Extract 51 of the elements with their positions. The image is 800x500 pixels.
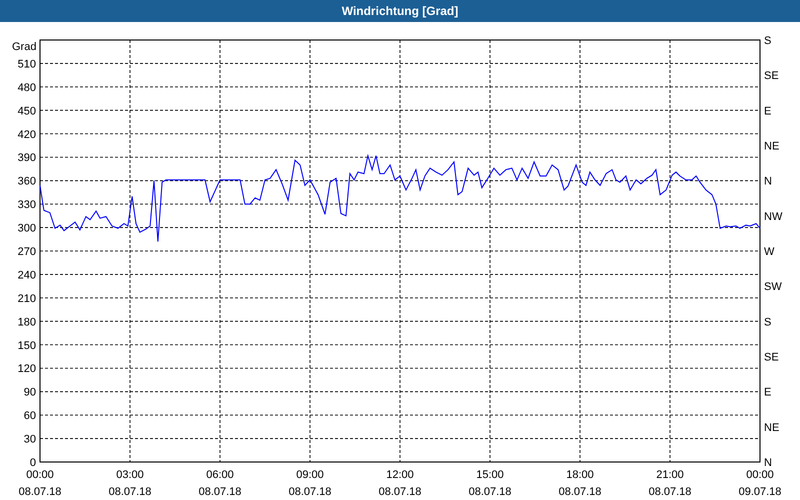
y-axis-label: 450 bbox=[18, 105, 36, 118]
y-axis-title: Grad bbox=[12, 41, 36, 53]
direction-label: E bbox=[764, 386, 772, 399]
x-axis-date: 08.07.18 bbox=[648, 486, 692, 498]
x-axis-date: 09.07.18 bbox=[738, 486, 782, 498]
direction-label: N bbox=[764, 176, 772, 188]
x-axis-date: 08.07.18 bbox=[288, 486, 332, 498]
direction-label: NW bbox=[764, 210, 782, 223]
y-axis-label: 0 bbox=[30, 457, 36, 469]
x-axis-label: 09:00 bbox=[296, 469, 324, 481]
x-axis-label: 21:00 bbox=[656, 469, 684, 481]
y-axis-label: 120 bbox=[18, 363, 36, 376]
direction-label: S bbox=[764, 316, 772, 328]
x-axis-label: 00:00 bbox=[746, 469, 774, 481]
direction-label: SW bbox=[764, 281, 782, 294]
x-axis-date: 08.07.18 bbox=[198, 486, 242, 498]
y-axis-label: 150 bbox=[18, 340, 36, 352]
y-axis-label: 30 bbox=[24, 434, 36, 446]
y-axis-label: 330 bbox=[18, 199, 36, 212]
direction-label: NE bbox=[764, 140, 780, 152]
x-axis-label: 18:00 bbox=[566, 469, 594, 481]
y-axis-label: 210 bbox=[18, 292, 36, 305]
x-axis-date: 08.07.18 bbox=[468, 486, 512, 498]
x-axis-label: 03:00 bbox=[116, 469, 144, 481]
y-axis-label: 510 bbox=[18, 58, 36, 70]
y-axis-label: 90 bbox=[24, 386, 36, 399]
y-axis-label: 360 bbox=[18, 176, 36, 188]
y-axis-label: 240 bbox=[18, 269, 36, 282]
y-axis-label: 270 bbox=[18, 246, 36, 258]
x-axis-label: 12:00 bbox=[386, 469, 414, 481]
y-axis-label: 300 bbox=[18, 222, 36, 235]
y-axis-label: 60 bbox=[24, 410, 36, 422]
direction-label: SE bbox=[764, 352, 779, 364]
direction-label: S bbox=[764, 35, 772, 47]
x-axis-label: 00:00 bbox=[26, 469, 54, 481]
direction-label: W bbox=[764, 246, 774, 258]
direction-label: N bbox=[764, 457, 772, 469]
x-axis-label: 06:00 bbox=[206, 469, 234, 481]
window-title: Windrichtung [Grad] bbox=[0, 0, 800, 22]
x-axis-date: 08.07.18 bbox=[378, 486, 422, 498]
direction-label: SE bbox=[764, 70, 779, 82]
x-axis-date: 08.07.18 bbox=[18, 486, 62, 498]
direction-label: NE bbox=[764, 422, 780, 434]
y-axis-label: 390 bbox=[18, 152, 36, 164]
x-axis-label: 15:00 bbox=[476, 469, 504, 481]
y-axis-label: 420 bbox=[18, 128, 36, 141]
y-axis-label: 480 bbox=[18, 82, 36, 94]
direction-label: E bbox=[764, 105, 772, 118]
x-axis-date: 08.07.18 bbox=[558, 486, 602, 498]
x-axis-date: 08.07.18 bbox=[108, 486, 152, 498]
y-axis-label: 180 bbox=[18, 316, 36, 328]
